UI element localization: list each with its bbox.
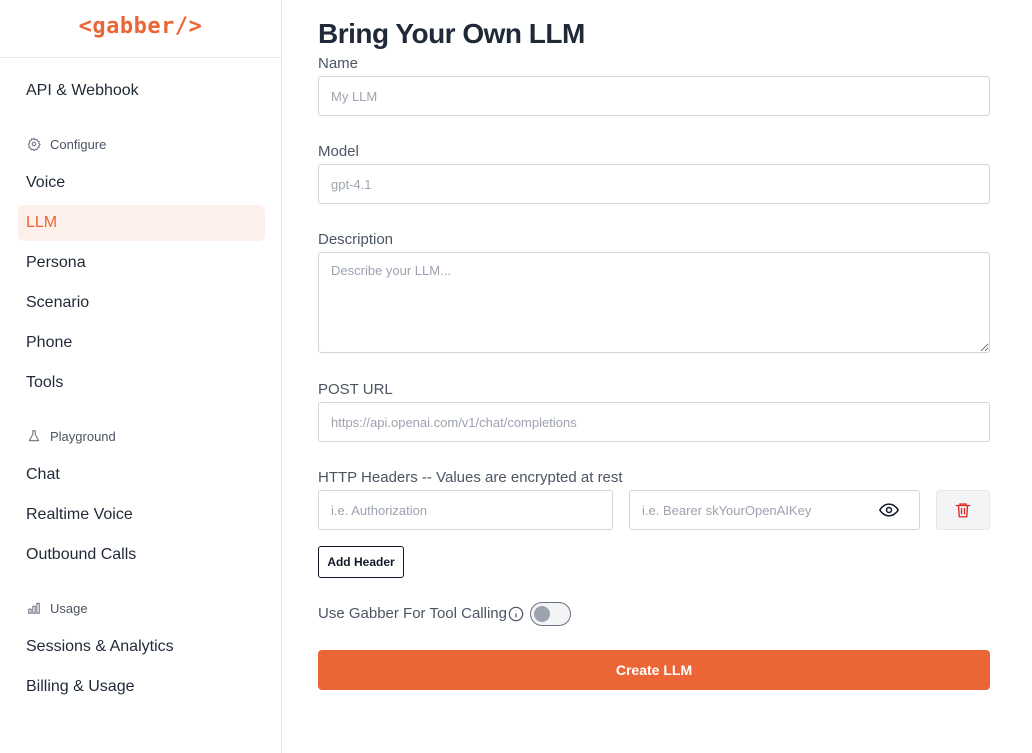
sidebar-item-tools[interactable]: Tools xyxy=(18,365,265,401)
http-headers-label: HTTP Headers -- Values are encrypted at … xyxy=(318,469,623,486)
sidebar-item-sessions-analytics[interactable]: Sessions & Analytics xyxy=(18,629,265,665)
section-configure: Configure xyxy=(26,136,106,152)
sidebar-item-label: Realtime Voice xyxy=(26,506,133,523)
sidebar-item-persona[interactable]: Persona xyxy=(18,245,265,281)
sidebar-item-label: Tools xyxy=(26,374,64,391)
name-label: Name xyxy=(318,55,359,72)
sidebar-item-llm[interactable]: LLM xyxy=(18,205,265,241)
sidebar-item-label: Outbound Calls xyxy=(26,546,137,563)
sidebar-item-label: Chat xyxy=(26,466,60,483)
header-value-field[interactable] xyxy=(629,490,920,530)
sidebar-item-label: Persona xyxy=(26,254,86,271)
header-key-field[interactable] xyxy=(318,490,613,530)
model-field[interactable] xyxy=(318,164,990,204)
trash-icon xyxy=(954,501,972,519)
section-label: Configure xyxy=(50,136,107,152)
create-llm-button[interactable]: Create LLM xyxy=(318,650,990,690)
model-label: Model xyxy=(318,143,359,160)
sidebar-item-label: Sessions & Analytics xyxy=(26,638,174,655)
sidebar-item-scenario[interactable]: Scenario xyxy=(18,285,265,321)
post-url-label: POST URL xyxy=(318,381,393,398)
sidebar-item-phone[interactable]: Phone xyxy=(18,325,265,361)
sidebar-item-billing-usage[interactable]: Billing & Usage xyxy=(18,669,265,705)
post-url-field[interactable] xyxy=(318,402,990,442)
logo-container: <gabber/> xyxy=(0,0,281,58)
sidebar-item-api-webhook[interactable]: API & Webhook xyxy=(18,73,265,109)
tool-calling-toggle[interactable] xyxy=(530,602,571,626)
sidebar-item-voice[interactable]: Voice xyxy=(18,165,265,201)
bar-chart-icon xyxy=(26,600,42,616)
name-field[interactable] xyxy=(318,76,990,116)
sidebar-item-label: Scenario xyxy=(26,294,90,311)
sidebar-item-label: Voice xyxy=(26,174,66,191)
description-label: Description xyxy=(318,231,394,248)
eye-icon[interactable] xyxy=(878,499,900,521)
sidebar-item-outbound-calls[interactable]: Outbound Calls xyxy=(18,537,265,573)
sidebar-item-label: API & Webhook xyxy=(26,82,139,99)
flask-icon xyxy=(26,428,42,444)
page-title: Bring Your Own LLM xyxy=(318,18,585,49)
logo[interactable]: <gabber/> xyxy=(79,14,203,39)
sidebar: <gabber/> API & Webhook Configure Voice … xyxy=(0,0,282,753)
gear-icon xyxy=(26,136,42,152)
info-icon[interactable] xyxy=(508,606,524,622)
tool-calling-label: Use Gabber For Tool Calling xyxy=(318,605,507,622)
delete-header-button[interactable] xyxy=(936,490,990,530)
section-playground: Playground xyxy=(26,428,116,444)
sidebar-item-label: Phone xyxy=(26,334,73,351)
description-field[interactable] xyxy=(318,252,990,353)
section-label: Playground xyxy=(50,428,116,444)
section-label: Usage xyxy=(50,600,88,616)
section-usage: Usage xyxy=(26,600,88,616)
sidebar-item-chat[interactable]: Chat xyxy=(18,457,265,493)
sidebar-item-realtime-voice[interactable]: Realtime Voice xyxy=(18,497,265,533)
add-header-button[interactable]: Add Header xyxy=(318,546,404,578)
sidebar-item-label: Billing & Usage xyxy=(26,678,135,695)
toggle-knob xyxy=(534,606,550,622)
sidebar-item-label: LLM xyxy=(26,214,58,231)
